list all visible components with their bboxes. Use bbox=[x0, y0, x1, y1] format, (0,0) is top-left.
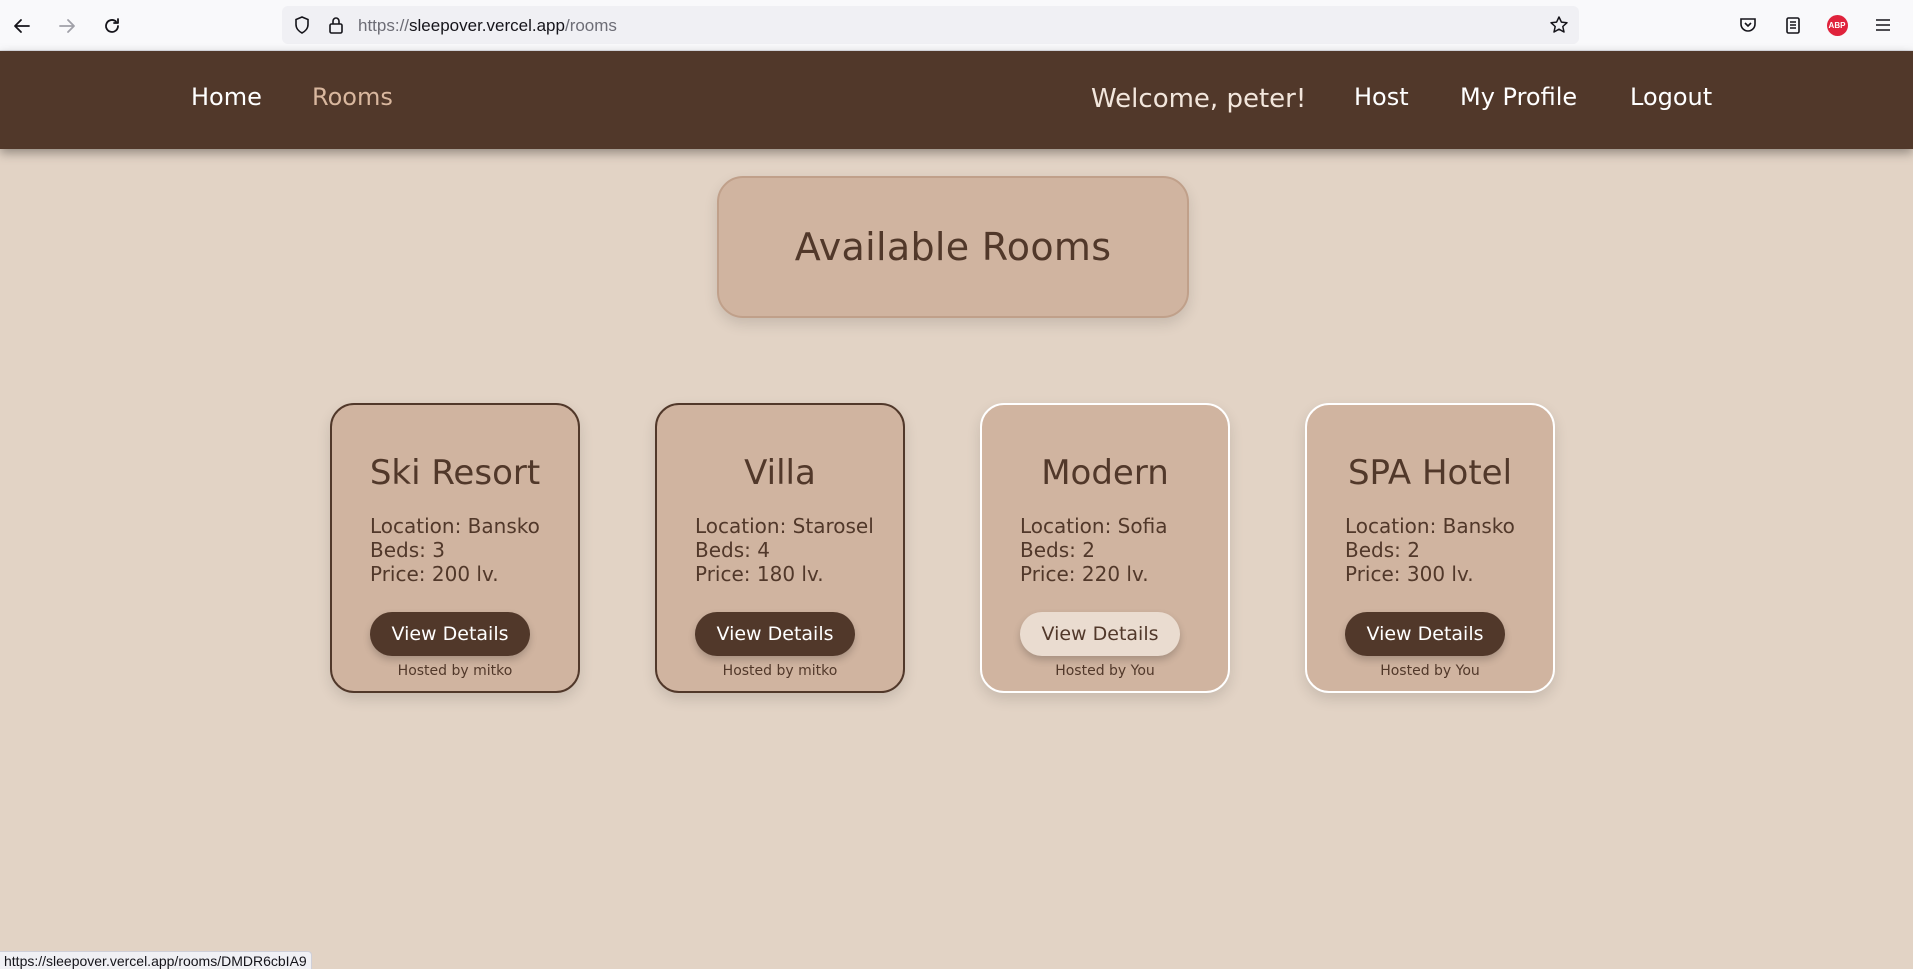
page-title-box: Available Rooms bbox=[717, 176, 1189, 318]
room-location: Location: Bansko bbox=[1345, 514, 1515, 538]
site-navbar: Home Rooms Welcome, peter! Host My Profi… bbox=[0, 51, 1913, 149]
reader-icon[interactable] bbox=[1782, 14, 1804, 36]
room-card: SPA Hotel Location: Bansko Beds: 2 Price… bbox=[1305, 403, 1555, 693]
nav-home-link[interactable]: Home bbox=[191, 83, 262, 111]
browser-toolbar: https://sleepover.vercel.app/rooms ABP bbox=[0, 0, 1913, 51]
page-title: Available Rooms bbox=[794, 225, 1112, 269]
room-location: Location: Sofia bbox=[1020, 514, 1168, 538]
link-status-bar: https://sleepover.vercel.app/rooms/DMDR6… bbox=[0, 951, 312, 969]
room-price: Price: 300 lv. bbox=[1345, 562, 1474, 586]
nav-rooms-link[interactable]: Rooms bbox=[312, 83, 393, 111]
menu-icon[interactable] bbox=[1872, 14, 1894, 36]
room-beds: Beds: 2 bbox=[1020, 538, 1095, 562]
nav-profile-link[interactable]: My Profile bbox=[1460, 83, 1577, 111]
room-price: Price: 180 lv. bbox=[695, 562, 824, 586]
room-beds: Beds: 2 bbox=[1345, 538, 1420, 562]
forward-icon[interactable] bbox=[53, 12, 81, 40]
adblock-icon[interactable]: ABP bbox=[1826, 14, 1848, 36]
view-details-button[interactable]: View Details bbox=[695, 612, 855, 656]
room-host: Hosted by You bbox=[1380, 663, 1480, 679]
room-beds: Beds: 3 bbox=[370, 538, 445, 562]
room-info: Location: Starosel Beds: 4 Price: 180 lv… bbox=[695, 514, 874, 586]
room-info: Location: Sofia Beds: 2 Price: 220 lv. bbox=[1020, 514, 1167, 586]
room-info: Location: Bansko Beds: 2 Price: 300 lv. bbox=[1345, 514, 1515, 586]
room-name: SPA Hotel bbox=[1347, 453, 1513, 493]
view-details-button[interactable]: View Details bbox=[370, 612, 530, 656]
room-host: Hosted by You bbox=[1055, 663, 1155, 679]
room-price: Price: 220 lv. bbox=[1020, 562, 1149, 586]
room-info: Location: Bansko Beds: 3 Price: 200 lv. bbox=[370, 514, 540, 586]
room-card: Modern Location: Sofia Beds: 2 Price: 22… bbox=[980, 403, 1230, 693]
room-card: Villa Location: Starosel Beds: 4 Price: … bbox=[655, 403, 905, 693]
welcome-message: Welcome, peter! bbox=[1091, 84, 1307, 114]
nav-host-link[interactable]: Host bbox=[1354, 83, 1409, 111]
room-host: Hosted by mitko bbox=[722, 663, 838, 679]
url-text[interactable]: https://sleepover.vercel.app/rooms bbox=[358, 16, 617, 36]
room-location: Location: Starosel bbox=[695, 514, 874, 538]
room-name: Villa bbox=[744, 453, 816, 493]
room-location: Location: Bansko bbox=[370, 514, 540, 538]
url-bar[interactable]: https://sleepover.vercel.app/rooms bbox=[282, 6, 1579, 44]
room-card: Ski Resort Location: Bansko Beds: 3 Pric… bbox=[330, 403, 580, 693]
view-details-button[interactable]: View Details bbox=[1020, 612, 1180, 656]
room-price: Price: 200 lv. bbox=[370, 562, 499, 586]
reload-icon[interactable] bbox=[98, 12, 126, 40]
nav-logout-link[interactable]: Logout bbox=[1630, 83, 1712, 111]
room-name: Modern bbox=[1041, 453, 1169, 493]
back-icon[interactable] bbox=[8, 12, 36, 40]
room-host: Hosted by mitko bbox=[397, 663, 513, 679]
pocket-icon[interactable] bbox=[1737, 14, 1759, 36]
star-icon[interactable] bbox=[1549, 15, 1569, 35]
room-name: Ski Resort bbox=[369, 453, 541, 493]
lock-icon[interactable] bbox=[326, 15, 346, 35]
shield-icon[interactable] bbox=[292, 15, 312, 35]
room-beds: Beds: 4 bbox=[695, 538, 770, 562]
view-details-button[interactable]: View Details bbox=[1345, 612, 1505, 656]
